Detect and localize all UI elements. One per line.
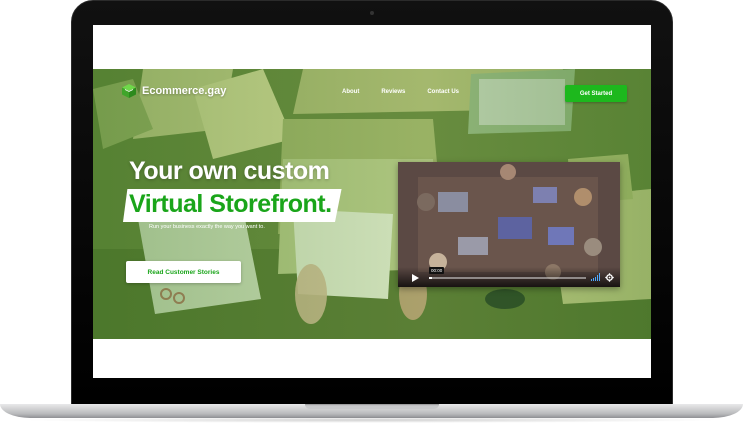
video-progress-bar[interactable]	[429, 277, 586, 279]
play-icon[interactable]	[410, 273, 420, 283]
webcam	[370, 11, 374, 15]
hero-headline-line2: Virtual Storefront.	[129, 190, 332, 218]
laptop-shadow	[20, 417, 723, 423]
hero-section: Ecommerce.gay About Reviews Contact Us G…	[93, 69, 651, 339]
hero-subtext: Run your business exactly the way you wa…	[149, 224, 265, 230]
video-progress-fill	[429, 277, 433, 279]
brand-name: Ecommerce.gay	[142, 85, 227, 97]
main-nav: About Reviews Contact Us	[342, 89, 459, 95]
cube-logo-icon	[122, 84, 136, 98]
hero-headline-line1: Your own custom	[129, 157, 330, 185]
laptop-notch	[305, 404, 439, 409]
settings-gear-icon[interactable]	[605, 273, 614, 282]
nav-reviews[interactable]: Reviews	[381, 89, 405, 95]
laptop-screen: Ecommerce.gay About Reviews Contact Us G…	[93, 25, 651, 378]
site-logo[interactable]: Ecommerce.gay	[121, 83, 226, 99]
hero-headline-highlight: Virtual Storefront.	[123, 189, 342, 222]
get-started-button[interactable]: Get Started	[565, 85, 627, 102]
volume-icon[interactable]	[591, 273, 601, 281]
read-customer-stories-button[interactable]: Read Customer Stories	[126, 261, 241, 283]
nav-about[interactable]: About	[342, 89, 359, 95]
video-time: 00:00	[429, 267, 445, 274]
nav-contact-us[interactable]: Contact Us	[427, 89, 459, 95]
video-player[interactable]: 00:00	[398, 162, 620, 287]
